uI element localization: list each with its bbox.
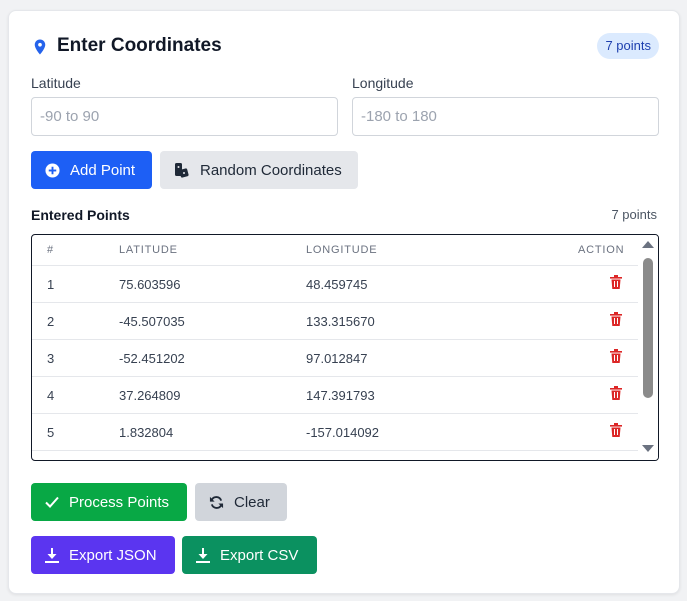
page-title: Enter Coordinates	[57, 35, 222, 56]
entered-points-title: Entered Points	[31, 207, 130, 223]
table-scrollbar[interactable]	[638, 235, 658, 460]
row-index: 3	[47, 351, 55, 366]
trash-icon[interactable]	[610, 349, 622, 363]
export-json-button[interactable]: Export JSON	[31, 536, 175, 574]
clear-label: Clear	[234, 493, 270, 511]
points-count-badge: 7 points	[597, 33, 659, 59]
process-points-button[interactable]: Process Points	[31, 483, 187, 521]
table-row: 2 -45.507035 133.315670	[32, 303, 638, 340]
plus-circle-icon	[45, 162, 60, 178]
scrollbar-thumb[interactable]	[643, 258, 653, 398]
table-row: 5 1.832804 -157.014092	[32, 414, 638, 451]
row-latitude: 1.832804	[119, 425, 174, 440]
column-header-action: ACTION	[578, 244, 625, 256]
export-json-label: Export JSON	[69, 546, 157, 564]
scroll-up-arrow-icon[interactable]	[642, 241, 654, 248]
table-row: 4 37.264809 147.391793	[32, 377, 638, 414]
points-table-body: # LATITUDE LONGITUDE ACTION 1 75.603596 …	[32, 235, 638, 460]
table-row: 1 75.603596 48.459745	[32, 266, 638, 303]
scroll-down-arrow-icon[interactable]	[642, 445, 654, 452]
row-latitude: 37.264809	[119, 388, 181, 403]
add-point-label: Add Point	[70, 161, 136, 179]
latitude-input[interactable]	[31, 97, 338, 136]
trash-icon[interactable]	[610, 312, 622, 326]
download-icon	[196, 547, 210, 563]
check-icon	[45, 496, 59, 508]
random-coordinates-button[interactable]: Random Coordinates	[160, 151, 358, 189]
row-longitude: 48.459745	[306, 277, 368, 292]
row-longitude: -157.014092	[306, 425, 380, 440]
trash-icon[interactable]	[610, 423, 622, 437]
table-row: 3 -52.451202 97.012847	[32, 340, 638, 377]
process-points-label: Process Points	[69, 493, 170, 511]
column-header-latitude: LATITUDE	[119, 244, 178, 256]
export-csv-label: Export CSV	[220, 546, 299, 564]
row-latitude: 75.603596	[119, 277, 181, 292]
clear-button[interactable]: Clear	[195, 483, 287, 521]
row-index: 1	[47, 277, 55, 292]
refresh-icon	[209, 495, 224, 509]
entered-points-count: 7 points	[611, 207, 657, 222]
trash-icon[interactable]	[610, 275, 622, 289]
row-longitude: 97.012847	[306, 351, 368, 366]
longitude-input[interactable]	[352, 97, 659, 136]
row-longitude: 147.391793	[306, 388, 375, 403]
row-latitude: -45.507035	[119, 314, 185, 329]
map-pin-icon	[34, 39, 46, 55]
dice-icon	[175, 163, 189, 178]
coordinates-card: Enter Coordinates 7 points Latitude Long…	[8, 10, 680, 594]
card-header: Enter Coordinates 7 points	[31, 33, 659, 61]
longitude-label: Longitude	[352, 75, 414, 91]
download-icon	[45, 547, 59, 563]
export-csv-button[interactable]: Export CSV	[182, 536, 317, 574]
table-header: # LATITUDE LONGITUDE ACTION	[32, 235, 638, 266]
row-longitude: 133.315670	[306, 314, 375, 329]
trash-icon[interactable]	[610, 386, 622, 400]
latitude-label: Latitude	[31, 75, 81, 91]
table-row	[32, 451, 638, 460]
column-header-index: #	[47, 244, 54, 256]
row-index: 5	[47, 425, 55, 440]
points-table: # LATITUDE LONGITUDE ACTION 1 75.603596 …	[31, 234, 659, 461]
row-index: 2	[47, 314, 55, 329]
row-index: 4	[47, 388, 55, 403]
random-coordinates-label: Random Coordinates	[200, 161, 342, 179]
add-point-button[interactable]: Add Point	[31, 151, 152, 189]
column-header-longitude: LONGITUDE	[306, 244, 378, 256]
row-latitude: -52.451202	[119, 351, 185, 366]
